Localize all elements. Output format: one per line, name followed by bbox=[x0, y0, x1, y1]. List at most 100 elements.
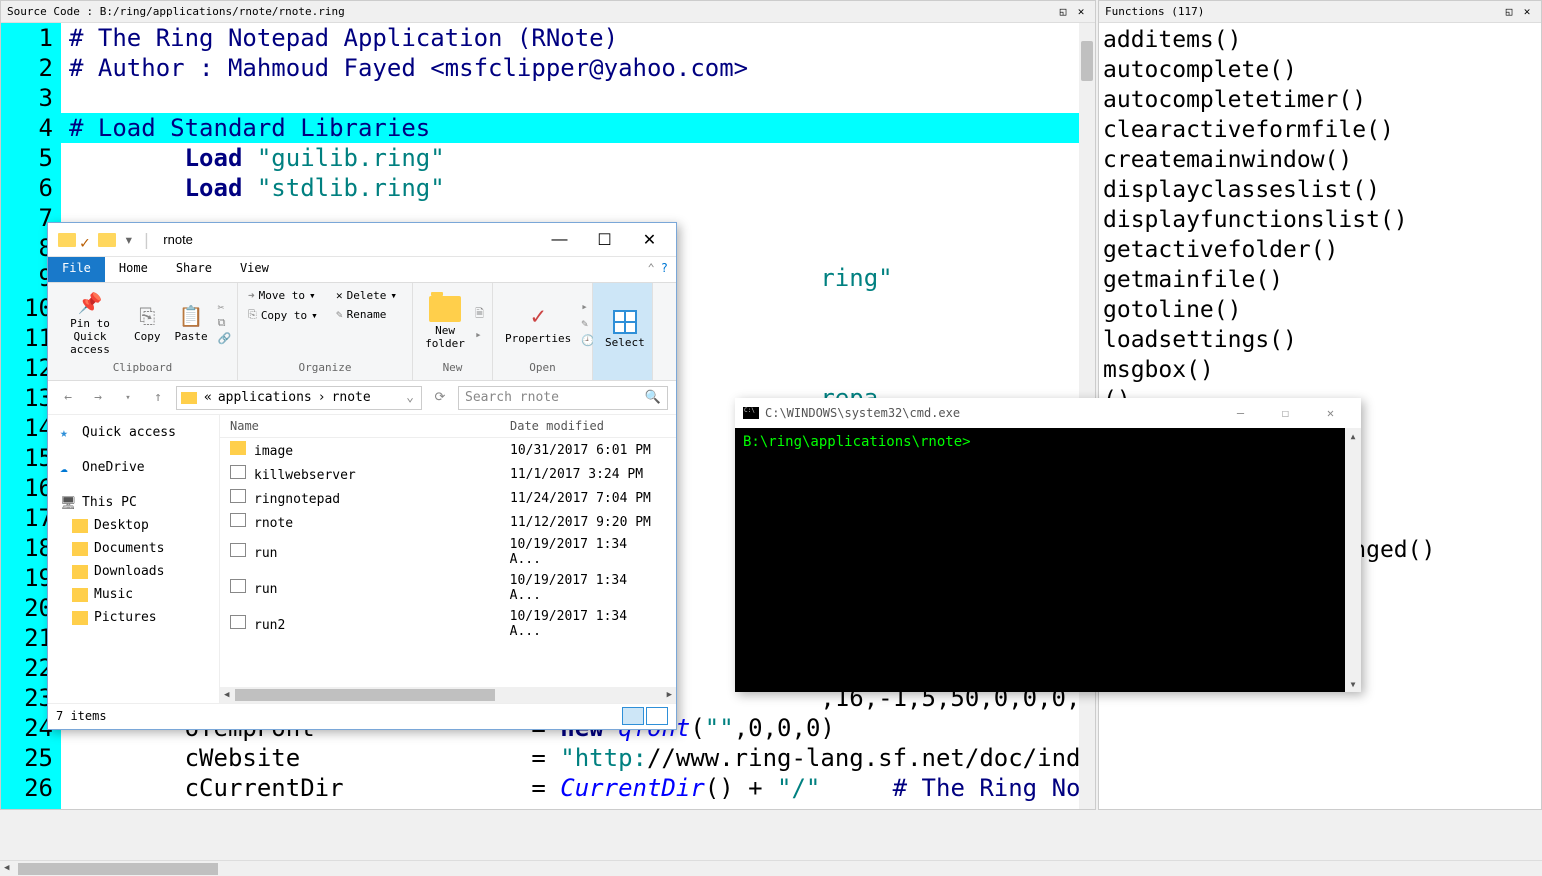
editor-close-icon[interactable]: ✕ bbox=[1073, 5, 1089, 19]
select-button[interactable]: Select bbox=[601, 308, 649, 351]
file-row[interactable]: run210/19/2017 1:34 A... bbox=[220, 606, 676, 642]
paste-shortcut-icon[interactable]: 🔗 bbox=[218, 332, 232, 345]
back-button[interactable]: ← bbox=[56, 386, 80, 410]
tree-this-pc[interactable]: 🖥This PC bbox=[48, 491, 219, 514]
copy-path-icon[interactable]: ⧉ bbox=[218, 316, 232, 330]
functions-close-icon[interactable]: ✕ bbox=[1519, 5, 1535, 19]
cmd-scrollbar[interactable]: ▲ ▼ bbox=[1345, 428, 1361, 692]
function-item[interactable]: additems() bbox=[1103, 25, 1537, 55]
tree-desktop[interactable]: Desktop bbox=[48, 514, 219, 537]
search-icon[interactable]: 🔍 bbox=[645, 390, 661, 405]
file-explorer-window: ✓ ▾ | rnote — ☐ ✕ File Home Share View ⌃… bbox=[47, 222, 677, 730]
functions-undock-icon[interactable]: ◱ bbox=[1501, 5, 1517, 19]
tree-documents[interactable]: Documents bbox=[48, 537, 219, 560]
function-item[interactable]: loadsettings() bbox=[1103, 325, 1537, 355]
forward-button[interactable]: → bbox=[86, 386, 110, 410]
breadcrumb-rnote[interactable]: rnote bbox=[329, 390, 374, 405]
doc-icon bbox=[230, 543, 246, 557]
editor-undock-icon[interactable]: ◱ bbox=[1055, 5, 1071, 19]
list-hscroll[interactable]: ◀ ▶ bbox=[220, 687, 676, 703]
folder-icon bbox=[72, 519, 88, 533]
tab-home[interactable]: Home bbox=[105, 257, 162, 282]
details-view-button[interactable] bbox=[622, 707, 644, 725]
column-name[interactable]: Name bbox=[230, 419, 510, 433]
cmd-titlebar[interactable]: C:\WINDOWS\system32\cmd.exe — ☐ ✕ bbox=[735, 398, 1361, 428]
file-row[interactable]: rnote11/12/2017 9:20 PM bbox=[220, 510, 676, 534]
functions-titlebar: Functions (117) ◱ ✕ bbox=[1099, 1, 1541, 23]
function-item[interactable]: autocomplete() bbox=[1103, 55, 1537, 85]
up-button[interactable]: ↑ bbox=[146, 386, 170, 410]
maximize-button[interactable]: ☐ bbox=[582, 225, 627, 255]
list-header[interactable]: Name Date modified bbox=[220, 415, 676, 438]
file-list[interactable]: Name Date modified image10/31/2017 6:01 … bbox=[220, 415, 676, 703]
easy-access-icon[interactable]: ▸ bbox=[475, 328, 484, 341]
function-item[interactable]: gotoline() bbox=[1103, 295, 1537, 325]
move-to-button[interactable]: ➜Move to ▾ bbox=[246, 287, 318, 304]
thumbnails-view-button[interactable] bbox=[646, 707, 668, 725]
file-row[interactable]: run10/19/2017 1:34 A... bbox=[220, 534, 676, 570]
navigation-tree[interactable]: ★Quick access ☁OneDrive 🖥This PC Desktop… bbox=[48, 415, 220, 703]
cloud-icon: ☁ bbox=[60, 461, 76, 475]
rename-button[interactable]: ✎Rename bbox=[334, 306, 388, 323]
ribbon: 📌 Pin to Quick access ⎘ Copy 📋 Paste ✂ ⧉… bbox=[48, 283, 676, 381]
tab-file[interactable]: File bbox=[48, 257, 105, 282]
search-input[interactable]: Search rnote 🔍 bbox=[458, 386, 668, 410]
pin-to-quick-access-button[interactable]: 📌 Pin to Quick access bbox=[56, 289, 124, 358]
file-row[interactable]: killwebserver11/1/2017 3:24 PM bbox=[220, 462, 676, 486]
delete-button[interactable]: ✕Delete ▾ bbox=[334, 287, 399, 304]
chevron-down-icon[interactable]: ▾ bbox=[120, 230, 138, 249]
folder-icon-2 bbox=[98, 233, 116, 247]
tree-downloads[interactable]: Downloads bbox=[48, 560, 219, 583]
properties-button[interactable]: ✓ Properties bbox=[501, 300, 575, 347]
function-item[interactable]: createmainwindow() bbox=[1103, 145, 1537, 175]
tab-view[interactable]: View bbox=[226, 257, 283, 282]
tree-pictures[interactable]: Pictures bbox=[48, 606, 219, 629]
file-row[interactable]: image10/31/2017 6:01 PM bbox=[220, 438, 676, 462]
address-dropdown-icon[interactable]: ⌄ bbox=[403, 390, 417, 405]
pc-icon: 🖥 bbox=[60, 496, 76, 510]
explorer-titlebar[interactable]: ✓ ▾ | rnote — ☐ ✕ bbox=[48, 223, 676, 257]
copy-button[interactable]: ⎘ Copy bbox=[130, 302, 165, 345]
minimize-button[interactable]: — bbox=[537, 225, 582, 255]
recent-button[interactable]: ▾ bbox=[116, 386, 140, 410]
cmd-minimize-button[interactable]: — bbox=[1218, 399, 1263, 427]
copy-to-button[interactable]: ⎘Copy to ▾ bbox=[246, 306, 320, 324]
paste-button[interactable]: 📋 Paste bbox=[171, 302, 212, 345]
functions-title-text: Functions (117) bbox=[1105, 5, 1501, 18]
function-item[interactable]: displayfunctionslist() bbox=[1103, 205, 1537, 235]
status-bar: 7 items bbox=[48, 703, 676, 727]
function-item[interactable]: getmainfile() bbox=[1103, 265, 1537, 295]
function-item[interactable]: displayclasseslist() bbox=[1103, 175, 1537, 205]
address-path[interactable]: « applications › rnote ⌄ bbox=[176, 386, 422, 410]
cmd-terminal[interactable]: B:\ring\applications\rnote> bbox=[735, 428, 1345, 692]
doc-icon bbox=[230, 615, 246, 629]
new-item-icon[interactable]: 🗎 bbox=[475, 305, 484, 324]
help-icon[interactable]: ? bbox=[661, 261, 668, 278]
file-row[interactable]: run10/19/2017 1:34 A... bbox=[220, 570, 676, 606]
horizontal-scrollbar[interactable]: ◀ bbox=[0, 860, 1542, 876]
folder-icon bbox=[58, 233, 76, 247]
tab-share[interactable]: Share bbox=[162, 257, 226, 282]
tree-onedrive[interactable]: ☁OneDrive bbox=[48, 456, 219, 479]
cmd-maximize-button[interactable]: ☐ bbox=[1263, 399, 1308, 427]
cmd-prompt: B:\ring\applications\rnote> bbox=[743, 434, 971, 450]
folder-icon bbox=[72, 588, 88, 602]
function-item[interactable]: clearactiveformfile() bbox=[1103, 115, 1537, 145]
tree-music[interactable]: Music bbox=[48, 583, 219, 606]
paste-icon: 📋 bbox=[179, 304, 204, 328]
function-item[interactable]: msgbox() bbox=[1103, 355, 1537, 385]
breadcrumb-applications[interactable]: applications bbox=[215, 390, 315, 405]
function-item[interactable]: autocompletetimer() bbox=[1103, 85, 1537, 115]
ribbon-collapse-icon[interactable]: ⌃ bbox=[648, 261, 655, 278]
close-button[interactable]: ✕ bbox=[627, 225, 672, 255]
cut-icon[interactable]: ✂ bbox=[218, 301, 232, 314]
new-folder-button[interactable]: New folder bbox=[421, 294, 469, 352]
cmd-close-button[interactable]: ✕ bbox=[1308, 399, 1353, 427]
column-date[interactable]: Date modified bbox=[510, 419, 604, 433]
tree-quick-access[interactable]: ★Quick access bbox=[48, 421, 219, 444]
editor-title-text: Source Code : B:/ring/applications/rnote… bbox=[7, 5, 1055, 18]
rename-icon: ✎ bbox=[336, 308, 343, 321]
function-item[interactable]: getactivefolder() bbox=[1103, 235, 1537, 265]
refresh-button[interactable]: ⟳ bbox=[428, 386, 452, 410]
file-row[interactable]: ringnotepad11/24/2017 7:04 PM bbox=[220, 486, 676, 510]
